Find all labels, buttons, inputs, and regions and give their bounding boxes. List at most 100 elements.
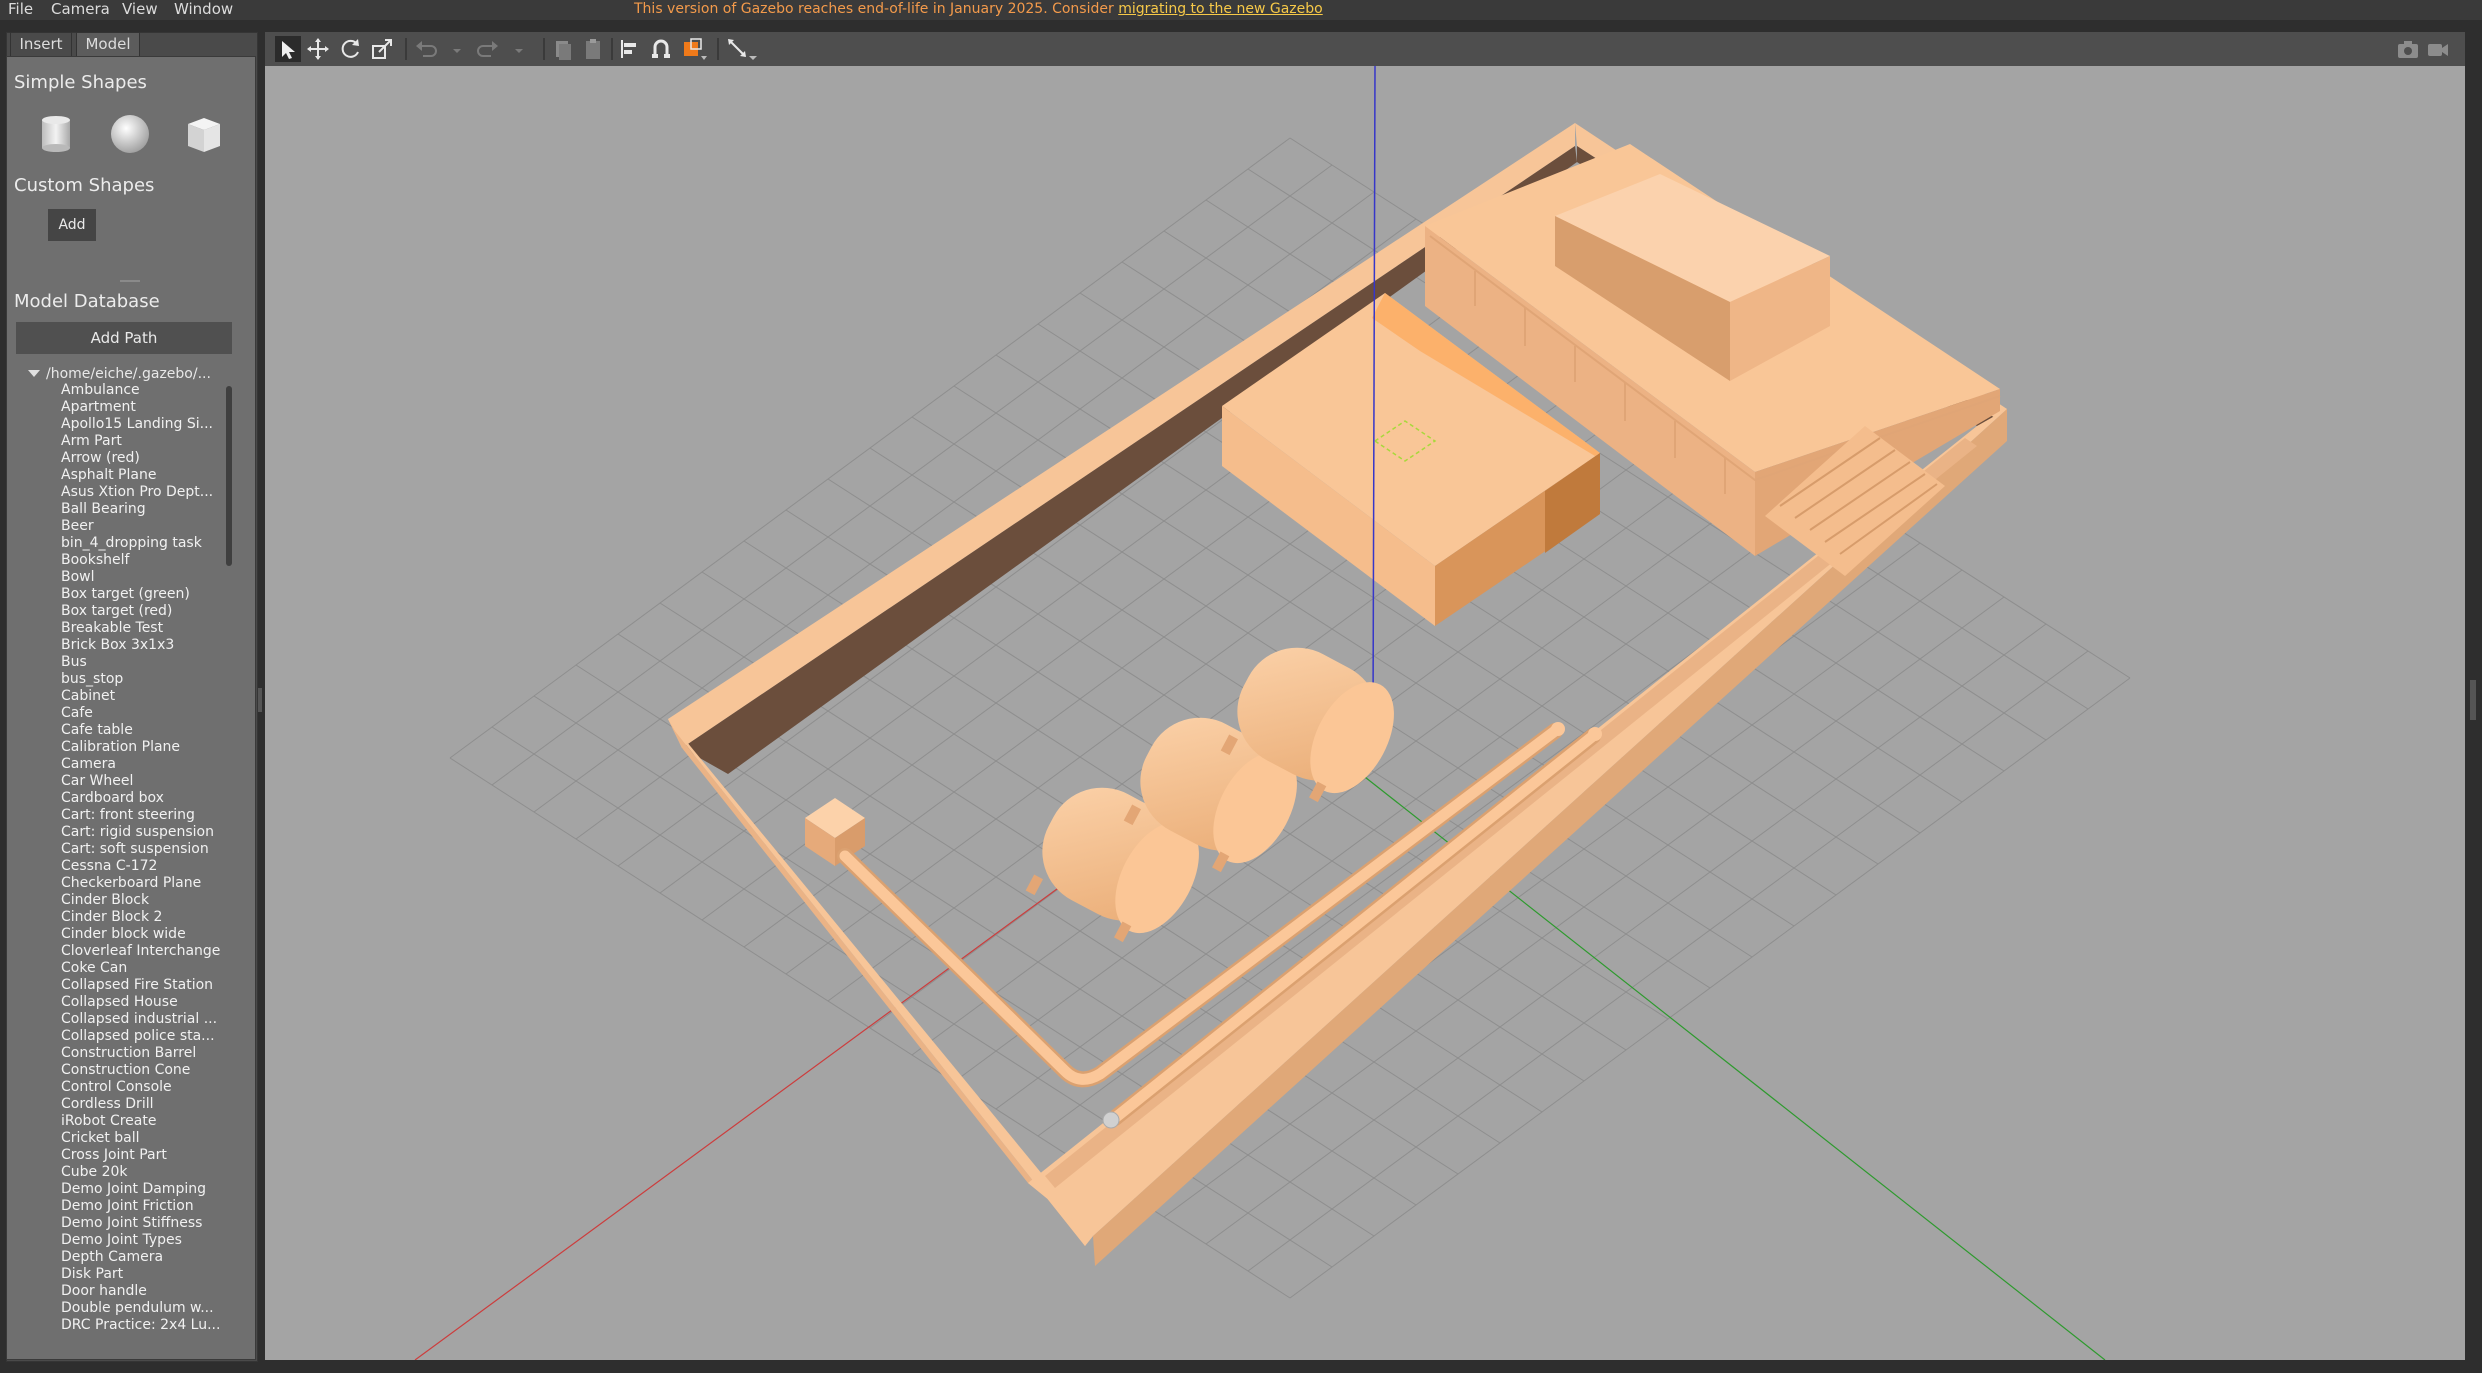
list-item[interactable]: Control Console	[61, 1079, 223, 1096]
list-item[interactable]: Beer	[61, 518, 223, 535]
box-icon[interactable]	[182, 112, 226, 156]
list-item[interactable]: Arrow (red)	[61, 450, 223, 467]
list-item[interactable]: Cafe	[61, 705, 223, 722]
menu-view[interactable]: View	[122, 0, 158, 18]
add-custom-shape-button[interactable]: Add	[48, 209, 96, 241]
tree-root[interactable]: /home/eiche/.gazebo/...	[14, 366, 234, 382]
screenshot-icon[interactable]	[2395, 36, 2421, 62]
menu-window[interactable]: Window	[174, 0, 233, 18]
toolbar-divider	[405, 38, 407, 60]
list-item[interactable]: Cloverleaf Interchange	[61, 943, 223, 960]
snap-icon[interactable]	[649, 36, 673, 62]
list-item[interactable]: Calibration Plane	[61, 739, 223, 756]
migration-link[interactable]: migrating to the new Gazebo	[1118, 1, 1323, 17]
list-item[interactable]: Door handle	[61, 1283, 223, 1300]
list-item[interactable]: bin_4_dropping task	[61, 535, 223, 552]
model-list-scrollbar[interactable]	[226, 386, 232, 566]
list-item[interactable]: bus_stop	[61, 671, 223, 688]
translate-icon[interactable]	[305, 36, 331, 62]
align-icon[interactable]	[617, 36, 641, 62]
redo-icon[interactable]	[475, 36, 501, 62]
list-item[interactable]: Box target (red)	[61, 603, 223, 620]
right-panel-handle[interactable]	[2470, 680, 2476, 720]
list-item[interactable]: Cabinet	[61, 688, 223, 705]
view-angle-icon[interactable]	[681, 36, 709, 62]
list-item[interactable]: Demo Joint Damping	[61, 1181, 223, 1198]
list-item[interactable]: Cross Joint Part	[61, 1147, 223, 1164]
undo-icon[interactable]	[413, 36, 439, 62]
tab-insert[interactable]: Insert	[10, 32, 72, 56]
list-item[interactable]: Collapsed House	[61, 994, 223, 1011]
menu-bar: File Camera View Window This version of …	[0, 0, 2482, 20]
list-item[interactable]: Asus Xtion Pro Dept...	[61, 484, 223, 501]
list-item[interactable]: Cafe table	[61, 722, 223, 739]
left-panel-collapse-handle[interactable]	[258, 688, 262, 712]
list-item[interactable]: Apartment	[61, 399, 223, 416]
select-arrow-icon[interactable]	[275, 36, 301, 62]
cylinder-icon[interactable]	[34, 112, 78, 156]
list-item[interactable]: Coke Can	[61, 960, 223, 977]
list-item[interactable]: Demo Joint Stiffness	[61, 1215, 223, 1232]
list-item[interactable]: Cube 20k	[61, 1164, 223, 1181]
list-item[interactable]: Arm Part	[61, 433, 223, 450]
list-item[interactable]: Apollo15 Landing Si...	[61, 416, 223, 433]
list-item[interactable]: Demo Joint Types	[61, 1232, 223, 1249]
list-item[interactable]: iRobot Create	[61, 1113, 223, 1130]
custom-shapes-title: Custom Shapes	[14, 175, 155, 196]
paste-icon[interactable]	[581, 36, 605, 62]
list-item[interactable]: Camera	[61, 756, 223, 773]
list-item[interactable]: Ambulance	[61, 382, 223, 399]
list-item[interactable]: Bus	[61, 654, 223, 671]
list-item[interactable]: Box target (green)	[61, 586, 223, 603]
scene-render[interactable]	[265, 66, 2465, 1360]
list-item[interactable]: Bowl	[61, 569, 223, 586]
list-item[interactable]: DRC Practice: 2x4 Lu...	[61, 1317, 223, 1334]
eol-banner: This version of Gazebo reaches end-of-li…	[634, 0, 1323, 18]
list-item[interactable]: Collapsed police sta...	[61, 1028, 223, 1045]
list-item[interactable]: Ball Bearing	[61, 501, 223, 518]
tab-model[interactable]: Model	[76, 32, 140, 56]
undo-history-chevron-icon[interactable]	[451, 36, 463, 62]
model-list: Ambulance Apartment Apollo15 Landing Si...…	[61, 382, 223, 1334]
list-item[interactable]: Cinder Block 2	[61, 909, 223, 926]
list-item[interactable]: Cordless Drill	[61, 1096, 223, 1113]
copy-icon[interactable]	[551, 36, 575, 62]
list-item[interactable]: Double pendulum w...	[61, 1300, 223, 1317]
toolbar-divider	[717, 38, 719, 60]
panel-splitter[interactable]	[120, 280, 140, 282]
3d-viewport[interactable]	[265, 66, 2465, 1360]
sphere-icon[interactable]	[108, 112, 152, 156]
scale-icon[interactable]	[369, 36, 395, 62]
redo-history-chevron-icon[interactable]	[513, 36, 525, 62]
list-item[interactable]: Breakable Test	[61, 620, 223, 637]
list-item[interactable]: Disk Part	[61, 1266, 223, 1283]
simple-shapes-title: Simple Shapes	[14, 72, 147, 93]
list-item[interactable]: Collapsed industrial ...	[61, 1011, 223, 1028]
list-item[interactable]: Cardboard box	[61, 790, 223, 807]
list-item[interactable]: Construction Barrel	[61, 1045, 223, 1062]
menu-camera[interactable]: Camera	[51, 0, 110, 18]
list-item[interactable]: Car Wheel	[61, 773, 223, 790]
list-item[interactable]: Depth Camera	[61, 1249, 223, 1266]
record-video-icon[interactable]	[2425, 36, 2451, 62]
list-item[interactable]: Cricket ball	[61, 1130, 223, 1147]
list-item[interactable]: Bookshelf	[61, 552, 223, 569]
list-item[interactable]: Cinder block wide	[61, 926, 223, 943]
list-item[interactable]: Collapsed Fire Station	[61, 977, 223, 994]
rotate-icon[interactable]	[337, 36, 363, 62]
list-item[interactable]: Asphalt Plane	[61, 467, 223, 484]
list-item[interactable]: Construction Cone	[61, 1062, 223, 1079]
list-item[interactable]: Checkerboard Plane	[61, 875, 223, 892]
list-item[interactable]: Cinder Block	[61, 892, 223, 909]
add-path-button[interactable]: Add Path	[16, 322, 232, 354]
toolbar-divider	[543, 38, 545, 60]
list-item[interactable]: Cart: soft suspension	[61, 841, 223, 858]
chevron-down-icon[interactable]	[28, 370, 40, 377]
list-item[interactable]: Demo Joint Friction	[61, 1198, 223, 1215]
list-item[interactable]: Cart: front steering	[61, 807, 223, 824]
list-item[interactable]: Brick Box 3x1x3	[61, 637, 223, 654]
measure-icon[interactable]	[725, 36, 759, 62]
list-item[interactable]: Cart: rigid suspension	[61, 824, 223, 841]
list-item[interactable]: Cessna C-172	[61, 858, 223, 875]
menu-file[interactable]: File	[8, 0, 33, 18]
